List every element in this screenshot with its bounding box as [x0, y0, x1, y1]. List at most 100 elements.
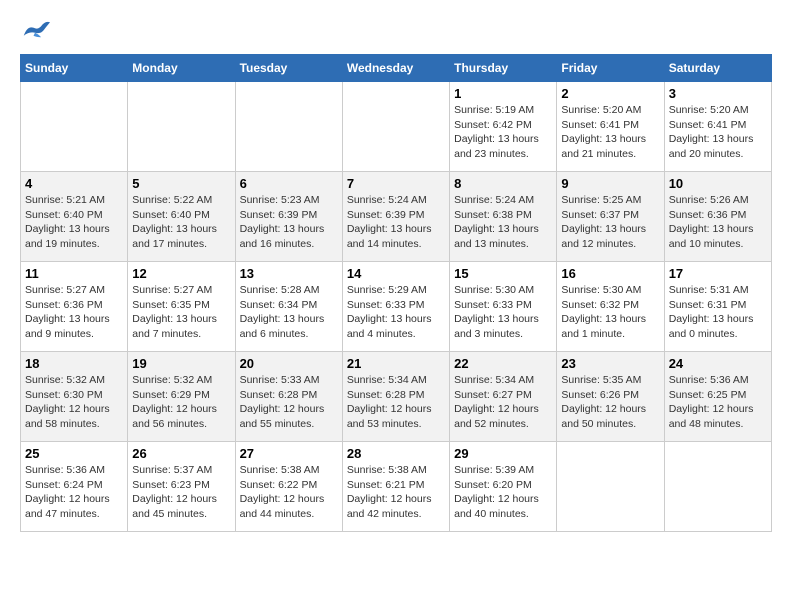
weekday-header-wednesday: Wednesday	[342, 55, 449, 82]
day-info: Sunrise: 5:27 AM Sunset: 6:36 PM Dayligh…	[25, 283, 123, 342]
day-number: 11	[25, 266, 123, 281]
weekday-header-tuesday: Tuesday	[235, 55, 342, 82]
day-info: Sunrise: 5:38 AM Sunset: 6:22 PM Dayligh…	[240, 463, 338, 522]
day-number: 14	[347, 266, 445, 281]
day-info: Sunrise: 5:21 AM Sunset: 6:40 PM Dayligh…	[25, 193, 123, 252]
day-info: Sunrise: 5:36 AM Sunset: 6:25 PM Dayligh…	[669, 373, 767, 432]
weekday-header-monday: Monday	[128, 55, 235, 82]
day-info: Sunrise: 5:34 AM Sunset: 6:28 PM Dayligh…	[347, 373, 445, 432]
day-info: Sunrise: 5:24 AM Sunset: 6:39 PM Dayligh…	[347, 193, 445, 252]
day-info: Sunrise: 5:24 AM Sunset: 6:38 PM Dayligh…	[454, 193, 552, 252]
calendar-cell	[557, 442, 664, 532]
calendar-cell: 16 Sunrise: 5:30 AM Sunset: 6:32 PM Dayli…	[557, 262, 664, 352]
day-number: 20	[240, 356, 338, 371]
calendar-cell: 15 Sunrise: 5:30 AM Sunset: 6:33 PM Dayli…	[450, 262, 557, 352]
calendar-cell: 24 Sunrise: 5:36 AM Sunset: 6:25 PM Dayli…	[664, 352, 771, 442]
day-info: Sunrise: 5:35 AM Sunset: 6:26 PM Dayligh…	[561, 373, 659, 432]
day-info: Sunrise: 5:25 AM Sunset: 6:37 PM Dayligh…	[561, 193, 659, 252]
calendar-cell: 9 Sunrise: 5:25 AM Sunset: 6:37 PM Daylig…	[557, 172, 664, 262]
day-info: Sunrise: 5:23 AM Sunset: 6:39 PM Dayligh…	[240, 193, 338, 252]
calendar-cell: 10 Sunrise: 5:26 AM Sunset: 6:36 PM Dayli…	[664, 172, 771, 262]
day-number: 1	[454, 86, 552, 101]
day-info: Sunrise: 5:37 AM Sunset: 6:23 PM Dayligh…	[132, 463, 230, 522]
day-info: Sunrise: 5:38 AM Sunset: 6:21 PM Dayligh…	[347, 463, 445, 522]
day-number: 21	[347, 356, 445, 371]
calendar-cell: 25 Sunrise: 5:36 AM Sunset: 6:24 PM Dayli…	[21, 442, 128, 532]
day-info: Sunrise: 5:20 AM Sunset: 6:41 PM Dayligh…	[669, 103, 767, 162]
day-info: Sunrise: 5:33 AM Sunset: 6:28 PM Dayligh…	[240, 373, 338, 432]
day-number: 3	[669, 86, 767, 101]
calendar-cell	[21, 82, 128, 172]
day-number: 22	[454, 356, 552, 371]
day-info: Sunrise: 5:20 AM Sunset: 6:41 PM Dayligh…	[561, 103, 659, 162]
day-info: Sunrise: 5:19 AM Sunset: 6:42 PM Dayligh…	[454, 103, 552, 162]
day-info: Sunrise: 5:29 AM Sunset: 6:33 PM Dayligh…	[347, 283, 445, 342]
calendar-cell: 28Sunrise: 5:38 AM Sunset: 6:21 PM Dayli…	[342, 442, 449, 532]
day-info: Sunrise: 5:26 AM Sunset: 6:36 PM Dayligh…	[669, 193, 767, 252]
day-info: Sunrise: 5:39 AM Sunset: 6:20 PM Dayligh…	[454, 463, 552, 522]
calendar-cell: 4Sunrise: 5:21 AM Sunset: 6:40 PM Daylig…	[21, 172, 128, 262]
calendar-cell: 18 Sunrise: 5:32 AM Sunset: 6:30 PM Dayli…	[21, 352, 128, 442]
calendar-cell: 17 Sunrise: 5:31 AM Sunset: 6:31 PM Dayli…	[664, 262, 771, 352]
calendar-cell: 21 Sunrise: 5:34 AM Sunset: 6:28 PM Dayli…	[342, 352, 449, 442]
day-number: 16	[561, 266, 659, 281]
calendar-cell: 26 Sunrise: 5:37 AM Sunset: 6:23 PM Dayli…	[128, 442, 235, 532]
calendar-cell: 7 Sunrise: 5:24 AM Sunset: 6:39 PM Daylig…	[342, 172, 449, 262]
logo	[20, 20, 54, 44]
calendar-table: SundayMondayTuesdayWednesdayThursdayFrid…	[20, 54, 772, 532]
weekday-header-saturday: Saturday	[664, 55, 771, 82]
day-info: Sunrise: 5:30 AM Sunset: 6:33 PM Dayligh…	[454, 283, 552, 342]
day-number: 12	[132, 266, 230, 281]
day-number: 2	[561, 86, 659, 101]
calendar-cell	[342, 82, 449, 172]
calendar-cell: 6 Sunrise: 5:23 AM Sunset: 6:39 PM Daylig…	[235, 172, 342, 262]
calendar-cell: 19 Sunrise: 5:32 AM Sunset: 6:29 PM Dayli…	[128, 352, 235, 442]
day-info: Sunrise: 5:34 AM Sunset: 6:27 PM Dayligh…	[454, 373, 552, 432]
calendar-cell	[664, 442, 771, 532]
calendar-cell: 22 Sunrise: 5:34 AM Sunset: 6:27 PM Dayli…	[450, 352, 557, 442]
day-number: 17	[669, 266, 767, 281]
day-info: Sunrise: 5:32 AM Sunset: 6:30 PM Dayligh…	[25, 373, 123, 432]
weekday-header-thursday: Thursday	[450, 55, 557, 82]
calendar-cell: 14 Sunrise: 5:29 AM Sunset: 6:33 PM Dayli…	[342, 262, 449, 352]
day-info: Sunrise: 5:28 AM Sunset: 6:34 PM Dayligh…	[240, 283, 338, 342]
calendar-week-4: 18 Sunrise: 5:32 AM Sunset: 6:30 PM Dayli…	[21, 352, 772, 442]
day-number: 19	[132, 356, 230, 371]
day-number: 23	[561, 356, 659, 371]
day-info: Sunrise: 5:22 AM Sunset: 6:40 PM Dayligh…	[132, 193, 230, 252]
calendar-cell: 1 Sunrise: 5:19 AM Sunset: 6:42 PM Daylig…	[450, 82, 557, 172]
day-number: 25	[25, 446, 123, 461]
day-info: Sunrise: 5:30 AM Sunset: 6:32 PM Dayligh…	[561, 283, 659, 342]
day-info: Sunrise: 5:27 AM Sunset: 6:35 PM Dayligh…	[132, 283, 230, 342]
day-number: 8	[454, 176, 552, 191]
day-number: 26	[132, 446, 230, 461]
day-number: 10	[669, 176, 767, 191]
calendar-cell: 27Sunrise: 5:38 AM Sunset: 6:22 PM Dayli…	[235, 442, 342, 532]
calendar-cell	[235, 82, 342, 172]
weekday-header-sunday: Sunday	[21, 55, 128, 82]
calendar-week-3: 11 Sunrise: 5:27 AM Sunset: 6:36 PM Dayli…	[21, 262, 772, 352]
day-info: Sunrise: 5:31 AM Sunset: 6:31 PM Dayligh…	[669, 283, 767, 342]
calendar-cell	[128, 82, 235, 172]
day-info: Sunrise: 5:36 AM Sunset: 6:24 PM Dayligh…	[25, 463, 123, 522]
day-number: 15	[454, 266, 552, 281]
day-number: 29	[454, 446, 552, 461]
calendar-cell: 29 Sunrise: 5:39 AM Sunset: 6:20 PM Dayli…	[450, 442, 557, 532]
calendar-cell: 12 Sunrise: 5:27 AM Sunset: 6:35 PM Dayli…	[128, 262, 235, 352]
calendar-cell: 23 Sunrise: 5:35 AM Sunset: 6:26 PM Dayli…	[557, 352, 664, 442]
calendar-cell: 13 Sunrise: 5:28 AM Sunset: 6:34 PM Dayli…	[235, 262, 342, 352]
logo-bird-icon	[20, 20, 50, 44]
calendar-week-5: 25 Sunrise: 5:36 AM Sunset: 6:24 PM Dayli…	[21, 442, 772, 532]
calendar-cell: 2 Sunrise: 5:20 AM Sunset: 6:41 PM Daylig…	[557, 82, 664, 172]
day-number: 9	[561, 176, 659, 191]
day-number: 7	[347, 176, 445, 191]
day-number: 5	[132, 176, 230, 191]
day-number: 6	[240, 176, 338, 191]
calendar-cell: 5 Sunrise: 5:22 AM Sunset: 6:40 PM Daylig…	[128, 172, 235, 262]
day-number: 18	[25, 356, 123, 371]
day-info: Sunrise: 5:32 AM Sunset: 6:29 PM Dayligh…	[132, 373, 230, 432]
day-number: 13	[240, 266, 338, 281]
weekday-header-row: SundayMondayTuesdayWednesdayThursdayFrid…	[21, 55, 772, 82]
weekday-header-friday: Friday	[557, 55, 664, 82]
day-number: 24	[669, 356, 767, 371]
